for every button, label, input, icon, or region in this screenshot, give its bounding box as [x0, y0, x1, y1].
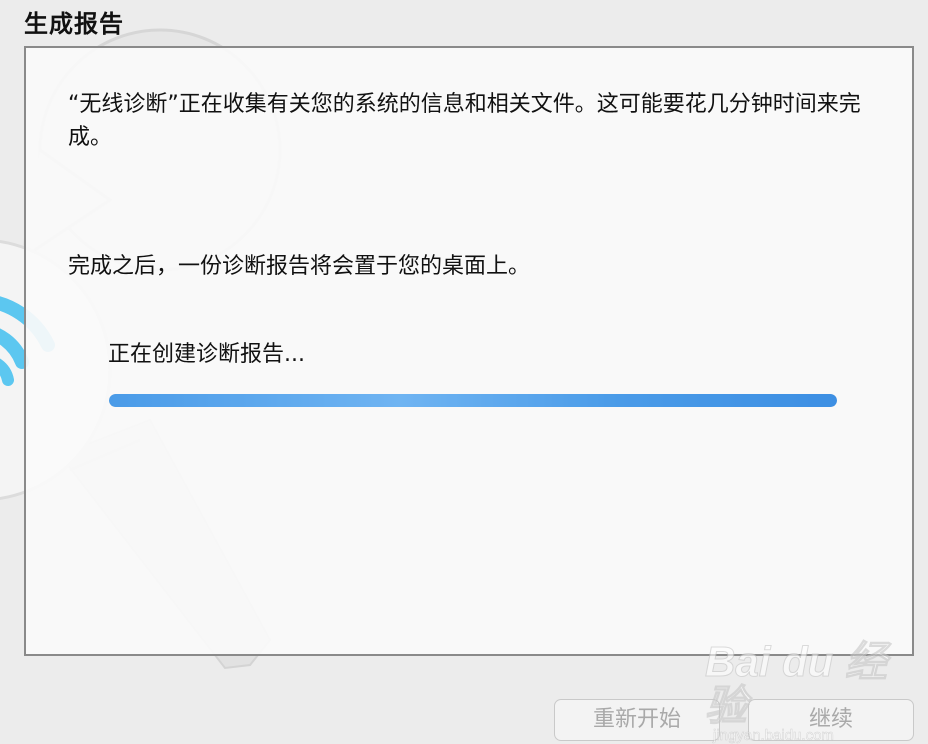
progress-bar — [109, 394, 837, 407]
progress-bar-fill — [109, 394, 837, 407]
completion-paragraph: 完成之后，一份诊断报告将会置于您的桌面上。 — [68, 254, 531, 279]
restart-button[interactable]: 重新开始 — [554, 699, 720, 741]
content-panel: “无线诊断”正在收集有关您的系统的信息和相关文件。这可能要花几分钟时间来完成。 … — [24, 46, 914, 656]
dialog-title: 生成报告 — [24, 10, 124, 38]
continue-button[interactable]: 继续 — [748, 699, 914, 741]
progress-status-label: 正在创建诊断报告... — [108, 342, 305, 367]
intro-paragraph: “无线诊断”正在收集有关您的系统的信息和相关文件。这可能要花几分钟时间来完成。 — [68, 92, 861, 150]
